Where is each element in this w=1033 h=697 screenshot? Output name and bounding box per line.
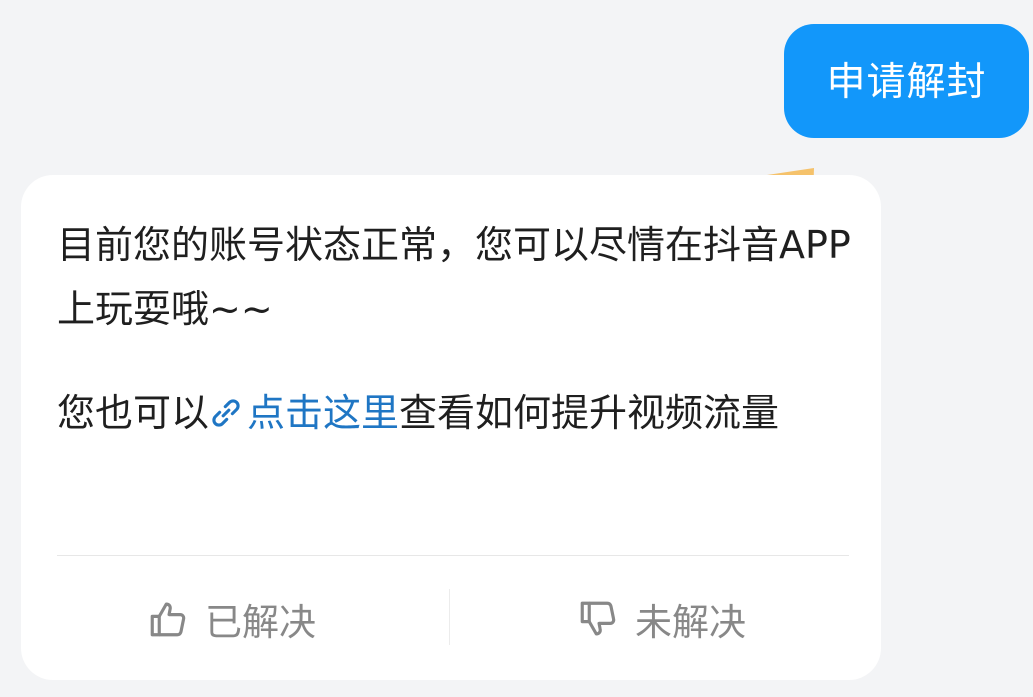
user-message-text: 申请解封 <box>826 60 987 105</box>
user-message-bubble: 申请解封 <box>784 24 1029 138</box>
thumb-up-icon <box>150 602 186 637</box>
unresolved-label: 未解决 <box>635 601 746 644</box>
reply-paragraph-tip: 您也可以 点击这里查看如何提升视频流量 <box>57 381 857 445</box>
unresolved-button[interactable]: 未解决 <box>577 585 746 653</box>
reply-paragraph-status: 目前您的账号状态正常，您可以尽情在抖音APP上玩耍哦~~ <box>57 223 851 331</box>
feedback-divider <box>57 555 849 556</box>
tip-prefix-text: 您也可以 <box>57 391 210 435</box>
resolved-label: 已解决 <box>205 601 316 644</box>
resolved-button[interactable]: 已解决 <box>147 585 316 653</box>
reply-card: 目前您的账号状态正常，您可以尽情在抖音APP上玩耍哦~~ 您也可以 点击这里查看如… <box>21 175 881 680</box>
thumb-down-icon <box>580 601 616 636</box>
link-icon <box>212 399 240 427</box>
click-here-link[interactable]: 点击这里 <box>209 391 399 435</box>
click-here-link-label: 点击这里 <box>247 391 400 435</box>
feedback-separator <box>449 589 450 645</box>
tip-suffix-text: 查看如何提升视频流量 <box>399 391 780 435</box>
